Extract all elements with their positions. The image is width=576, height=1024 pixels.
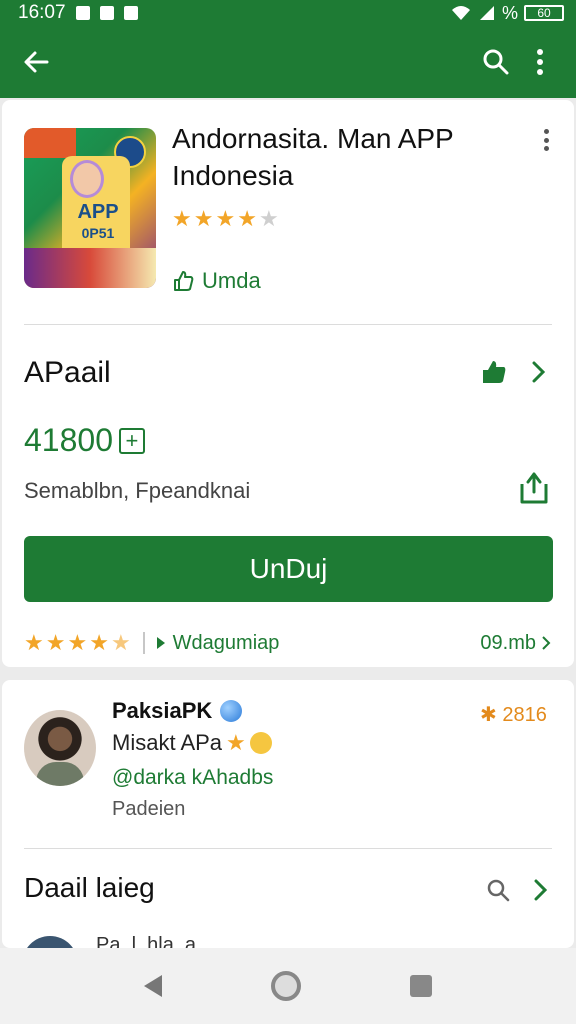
category-tag[interactable]: Wdagumiap	[155, 631, 280, 655]
more-vert-icon	[537, 49, 543, 75]
notification-icon	[75, 6, 90, 20]
sparkle-icon: ✱	[480, 704, 497, 726]
smiley-icon	[249, 732, 272, 754]
app-rating-stars: ★★★★★	[172, 206, 281, 232]
section-title: APaail	[24, 356, 111, 389]
like-button[interactable]	[474, 352, 514, 392]
download-label: Umda	[202, 268, 261, 293]
star-icon: ★	[45, 630, 68, 655]
developer-name-text: PaksiaPK	[112, 698, 213, 723]
chevron-right-icon	[532, 361, 546, 383]
plus-box-icon[interactable]: +	[118, 427, 145, 454]
star-icon: ★	[193, 206, 216, 231]
category-label: Wdagumiap	[172, 631, 280, 654]
app-bar	[0, 26, 576, 98]
price-value: 41800	[24, 422, 113, 458]
icon-bottom-band	[24, 248, 156, 288]
search-icon	[487, 879, 510, 902]
chevron-right-icon	[534, 879, 548, 901]
thumb-up-outline-icon	[174, 271, 194, 291]
download-link[interactable]: Umda	[172, 268, 261, 294]
footer-row: ★★★★★ Wdagumiap 09.mb	[24, 628, 552, 658]
section-chevron[interactable]	[518, 352, 558, 392]
size-label: 09.mb	[480, 631, 536, 654]
system-nav-bar	[0, 948, 576, 1024]
details-chevron[interactable]	[520, 870, 560, 910]
icon-band	[24, 128, 76, 158]
developer-handle[interactable]: @darka kAhadbs	[112, 766, 273, 790]
separator	[142, 632, 145, 654]
wifi-icon	[451, 6, 470, 20]
divider	[24, 324, 552, 325]
app-icon[interactable]: APP 0P51	[24, 128, 156, 288]
status-time: 16:07	[18, 2, 66, 23]
face-icon	[70, 160, 104, 198]
share-icon[interactable]	[514, 468, 554, 508]
search-button[interactable]	[474, 40, 518, 84]
status-bar: 16:07 % 60	[0, 0, 576, 26]
developer-line: Misakt APa ★	[112, 730, 272, 756]
install-button[interactable]: UnDuj	[24, 536, 553, 602]
app-title: Andornasita. Man APP Indonesia	[172, 123, 454, 191]
play-icon	[156, 637, 165, 649]
developer-count: ✱ 2816	[480, 702, 547, 727]
subtitle: Semablbn, Fpeandknai	[24, 478, 251, 503]
details-search-button[interactable]	[478, 870, 518, 910]
status-percent: %	[501, 2, 518, 23]
developer-name[interactable]: PaksiaPK	[112, 698, 243, 724]
nav-back-icon[interactable]	[144, 975, 163, 997]
price: 41800 +	[24, 422, 145, 459]
search-icon	[483, 49, 509, 75]
star-half-icon: ★	[110, 630, 133, 655]
star-icon: ★	[237, 206, 259, 231]
cell-signal-icon	[479, 6, 494, 20]
star-icon: ★	[67, 630, 90, 655]
globe-icon	[220, 700, 243, 722]
nav-recents-icon[interactable]	[409, 975, 432, 997]
notification-icon-3	[123, 6, 138, 20]
developer-subtitle: Padeien	[112, 798, 186, 820]
avatar[interactable]	[24, 710, 96, 786]
notification-icon-2	[99, 6, 114, 20]
thumb-up-icon	[483, 361, 506, 383]
star-icon: ★	[215, 206, 238, 231]
developer-line-text: Misakt APa	[112, 730, 223, 755]
divider	[24, 848, 552, 849]
star-empty-icon: ★	[258, 206, 281, 231]
arrow-left-icon	[24, 51, 49, 73]
star-icon: ★	[226, 730, 246, 755]
overflow-menu-button[interactable]	[518, 40, 562, 84]
details-section-title: Daail laieg	[24, 872, 155, 903]
star-icon: ★	[89, 630, 111, 655]
star-icon: ★	[24, 630, 46, 655]
footer-rating-stars: ★★★★★	[24, 630, 133, 656]
developer-count-value: 2816	[502, 704, 547, 726]
battery-icon: 60	[524, 5, 564, 21]
card-menu-button[interactable]	[534, 126, 558, 154]
chevron-right-icon	[542, 636, 551, 650]
back-button[interactable]	[14, 40, 58, 84]
size-link[interactable]: 09.mb	[480, 632, 552, 655]
nav-home-icon[interactable]	[270, 971, 301, 1001]
star-icon: ★	[172, 206, 194, 231]
icon-text: APP 0P51	[77, 201, 119, 241]
